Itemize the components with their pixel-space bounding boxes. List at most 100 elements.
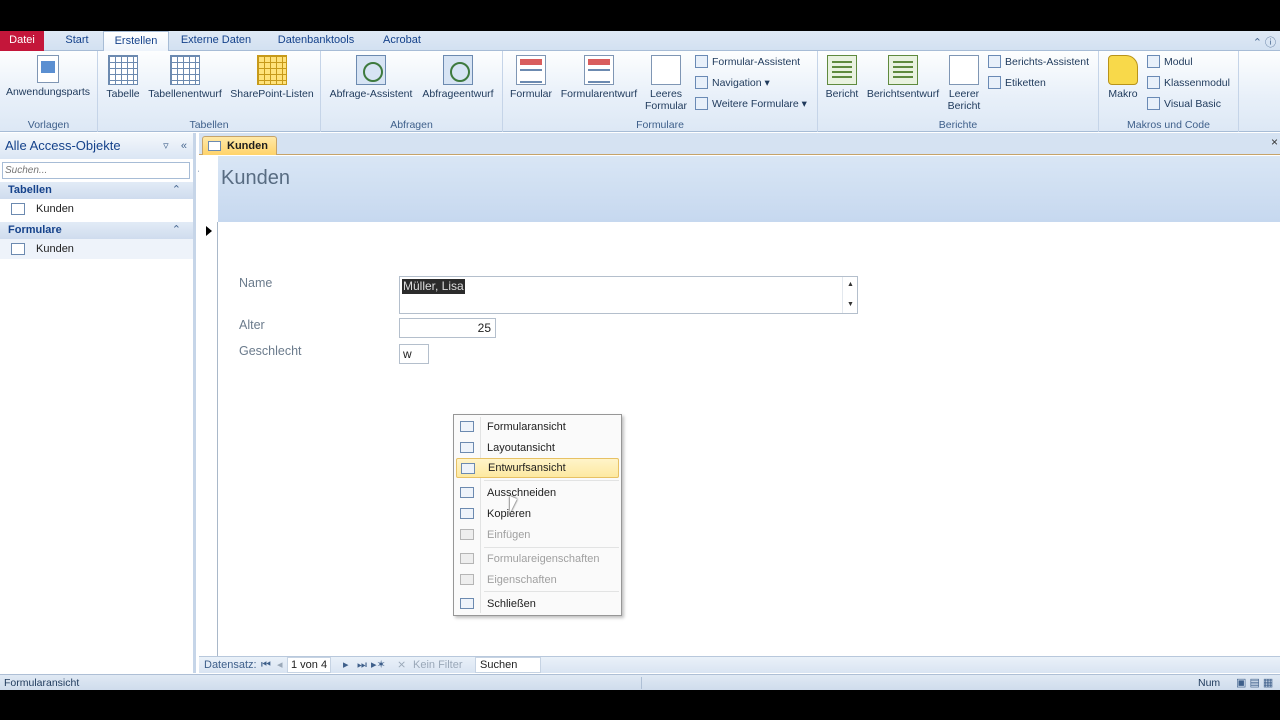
tabelle-button[interactable]: Tabelle — [103, 55, 143, 100]
formular-assistent-button[interactable]: Formular-Assistent — [695, 53, 800, 71]
last-record-icon[interactable]: ⏭ — [357, 658, 367, 673]
klassenmodul-label: Klassenmodul — [1164, 77, 1230, 89]
anwendungsparts-button[interactable]: Anwendungsparts — [2, 55, 94, 98]
menu-item-schliessen[interactable]: Schließen — [456, 594, 619, 614]
bericht-button[interactable]: Bericht — [822, 55, 862, 100]
tabellenentwurf-button[interactable]: Tabellenentwurf — [144, 55, 226, 100]
group-tabellen: Tabelle Tabellenentwurf SharePoint-Liste… — [98, 51, 321, 132]
menu-item-entwurfsansicht[interactable]: Entwurfsansicht — [456, 458, 619, 478]
sharepoint-listen-label: SharePoint-Listen — [230, 88, 314, 100]
scissors-icon — [460, 487, 474, 498]
document-tab-kunden[interactable]: Kunden — [202, 136, 277, 155]
menu-item-label: Einfügen — [487, 529, 531, 541]
menu-item-label: Formulareigenschaften — [487, 553, 600, 565]
group-label-tabellen: Tabellen — [189, 119, 229, 131]
makro-label: Makro — [1108, 88, 1138, 100]
navigation-dropdown[interactable]: Navigation ▾ — [695, 74, 770, 92]
formular-button[interactable]: Formular — [508, 55, 554, 100]
tab-start[interactable]: Start — [52, 31, 102, 51]
form-view-icon — [460, 421, 474, 432]
tab-acrobat[interactable]: Acrobat — [372, 31, 432, 51]
tab-datenbanktools[interactable]: Datenbanktools — [266, 31, 366, 51]
nav-group-formulare[interactable]: Formulare ⌃ — [0, 222, 193, 239]
menu-item-eigenschaften: Eigenschaften — [456, 570, 619, 590]
menu-item-layoutansicht[interactable]: Layoutansicht — [456, 438, 619, 458]
close-document-icon[interactable]: × — [1271, 135, 1278, 149]
filter-status[interactable]: Kein Filter — [413, 658, 463, 673]
status-view-text: Formularansicht — [4, 677, 80, 689]
nav-menu-dropdown-icon[interactable]: ▿ — [163, 140, 169, 152]
formularentwurf-button[interactable]: Formularentwurf — [557, 55, 641, 100]
menu-item-formularansicht[interactable]: Formularansicht — [456, 417, 619, 437]
alter-field[interactable]: 25 — [399, 318, 496, 338]
scroll-up-icon[interactable]: ▲ — [847, 281, 854, 288]
berichts-assistent-button[interactable]: Berichts-Assistent — [988, 53, 1089, 71]
nav-pane-title: Alle Access-Objekte — [5, 138, 121, 153]
query-design-icon — [443, 55, 473, 85]
form-wizard-icon — [695, 55, 708, 68]
record-search-input[interactable]: Suchen — [475, 657, 541, 673]
module-icon — [1147, 55, 1160, 68]
scroll-down-icon[interactable]: ▼ — [847, 301, 854, 308]
next-record-icon[interactable]: ▸ — [343, 658, 349, 673]
collapse-pane-icon[interactable]: « — [181, 140, 187, 152]
design-view-icon — [461, 463, 475, 474]
collapse-group-icon[interactable]: ⌃ — [172, 182, 181, 199]
name-field[interactable]: Müller, Lisa ▲ ▼ — [399, 276, 858, 314]
filter-icon: ⨯ — [397, 659, 407, 671]
group-label-makros: Makros und Code — [1127, 119, 1210, 131]
class-module-icon — [1147, 76, 1160, 89]
klassenmodul-button[interactable]: Klassenmodul — [1147, 74, 1230, 92]
menu-item-ausschneiden[interactable]: Ausschneiden — [456, 483, 619, 503]
close-form-icon — [460, 598, 474, 609]
leerer-bericht-button[interactable]: Leerer Bericht — [944, 55, 984, 112]
visual-basic-icon — [1147, 97, 1160, 110]
visual-basic-button[interactable]: Visual Basic — [1147, 95, 1221, 113]
more-forms-icon — [695, 97, 708, 110]
weitere-formulare-label: Weitere Formulare — [712, 98, 799, 110]
nav-group-tabellen[interactable]: Tabellen ⌃ — [0, 182, 193, 199]
leeres-formular-button[interactable]: Leeres Formular — [643, 55, 689, 112]
status-numlock: Num — [1198, 677, 1221, 689]
tab-erstellen[interactable]: Erstellen — [103, 31, 169, 52]
nav-search-input[interactable] — [3, 163, 173, 178]
ribbon: Anwendungsparts Vorlagen Tabelle Tabelle… — [0, 51, 1280, 132]
new-record-icon[interactable]: ▸✶ — [371, 658, 386, 673]
first-record-icon[interactable]: ⏮ — [261, 658, 271, 673]
group-label-abfragen: Abfragen — [390, 119, 433, 131]
nav-item-form-kunden[interactable]: Kunden — [0, 239, 193, 259]
copy-icon — [460, 508, 474, 519]
geschlecht-field[interactable]: w — [399, 344, 429, 364]
nav-item-table-kunden[interactable]: Kunden — [0, 199, 193, 219]
form-icon — [208, 141, 221, 151]
tab-externe-daten[interactable]: Externe Daten — [172, 31, 260, 51]
tab-datei[interactable]: Datei — [0, 31, 44, 51]
form-design-icon — [584, 55, 614, 85]
ribbon-minimize-icon[interactable]: ⌃ ⓘ — [1253, 34, 1276, 50]
abfrageentwurf-button[interactable]: Abfrageentwurf — [417, 55, 499, 100]
group-label-vorlagen: Vorlagen — [27, 119, 70, 131]
navigation-pane: Alle Access-Objekte ▿ « ⌕ Tabellen ⌃ Kun… — [0, 133, 204, 673]
previous-record-icon[interactable]: ◂ — [277, 658, 283, 673]
menu-item-kopieren[interactable]: Kopieren — [456, 504, 619, 524]
mouse-cursor-icon — [510, 496, 517, 513]
weitere-formulare-dropdown[interactable]: Weitere Formulare ▾ — [695, 95, 807, 113]
modul-button[interactable]: Modul — [1147, 53, 1193, 71]
menu-item-label: Schließen — [487, 598, 536, 610]
abfrage-assistent-button[interactable]: Abfrage-Assistent — [326, 55, 416, 100]
record-position[interactable]: 1 von 4 — [287, 657, 332, 673]
bericht-label: Bericht — [825, 88, 859, 100]
etiketten-button[interactable]: Etiketten — [988, 74, 1046, 92]
form-title: Kunden — [221, 167, 290, 189]
nav-pane-header[interactable]: Alle Access-Objekte ▿ « — [0, 133, 193, 159]
makro-button[interactable]: Makro — [1103, 55, 1143, 100]
collapse-group-icon[interactable]: ⌃ — [172, 222, 181, 239]
nav-search-box: ⌕ — [2, 162, 204, 179]
record-selector[interactable] — [199, 222, 218, 656]
nav-item-label: Kunden — [36, 243, 74, 255]
menu-separator — [484, 591, 619, 592]
sharepoint-listen-button[interactable]: SharePoint-Listen — [228, 55, 316, 100]
name-scrollbar[interactable]: ▲ ▼ — [842, 277, 857, 313]
berichtsentwurf-button[interactable]: Berichtsentwurf — [864, 55, 942, 100]
view-switcher-icons[interactable]: ▣ ▤ ▦ — [1236, 676, 1273, 689]
